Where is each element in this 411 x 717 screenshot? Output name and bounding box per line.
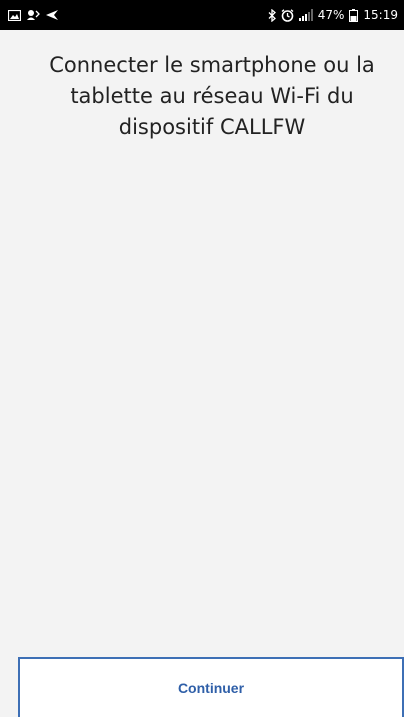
battery-icon [349, 8, 359, 22]
clock: 15:19 [363, 8, 398, 22]
alarm-icon [281, 8, 294, 22]
continue-button[interactable]: Continuer [178, 680, 244, 696]
voicemail-icon [26, 9, 40, 21]
battery-percentage: 47% [317, 8, 345, 22]
status-right-icons: 47% 15:19 [268, 8, 398, 22]
gallery-icon [8, 9, 21, 21]
status-left-icons [8, 9, 59, 21]
screen-edge [404, 0, 411, 717]
navigation-icon [45, 10, 59, 20]
signal-icon [298, 9, 313, 21]
phone-screen: 47% 15:19 Connecter le smartphone ou la … [0, 0, 411, 717]
bluetooth-icon [268, 8, 276, 22]
bottom-panel: Continuer [18, 657, 404, 717]
status-bar: 47% 15:19 [0, 0, 404, 30]
instruction-text: Connecter le smartphone ou la tablette a… [49, 53, 375, 139]
